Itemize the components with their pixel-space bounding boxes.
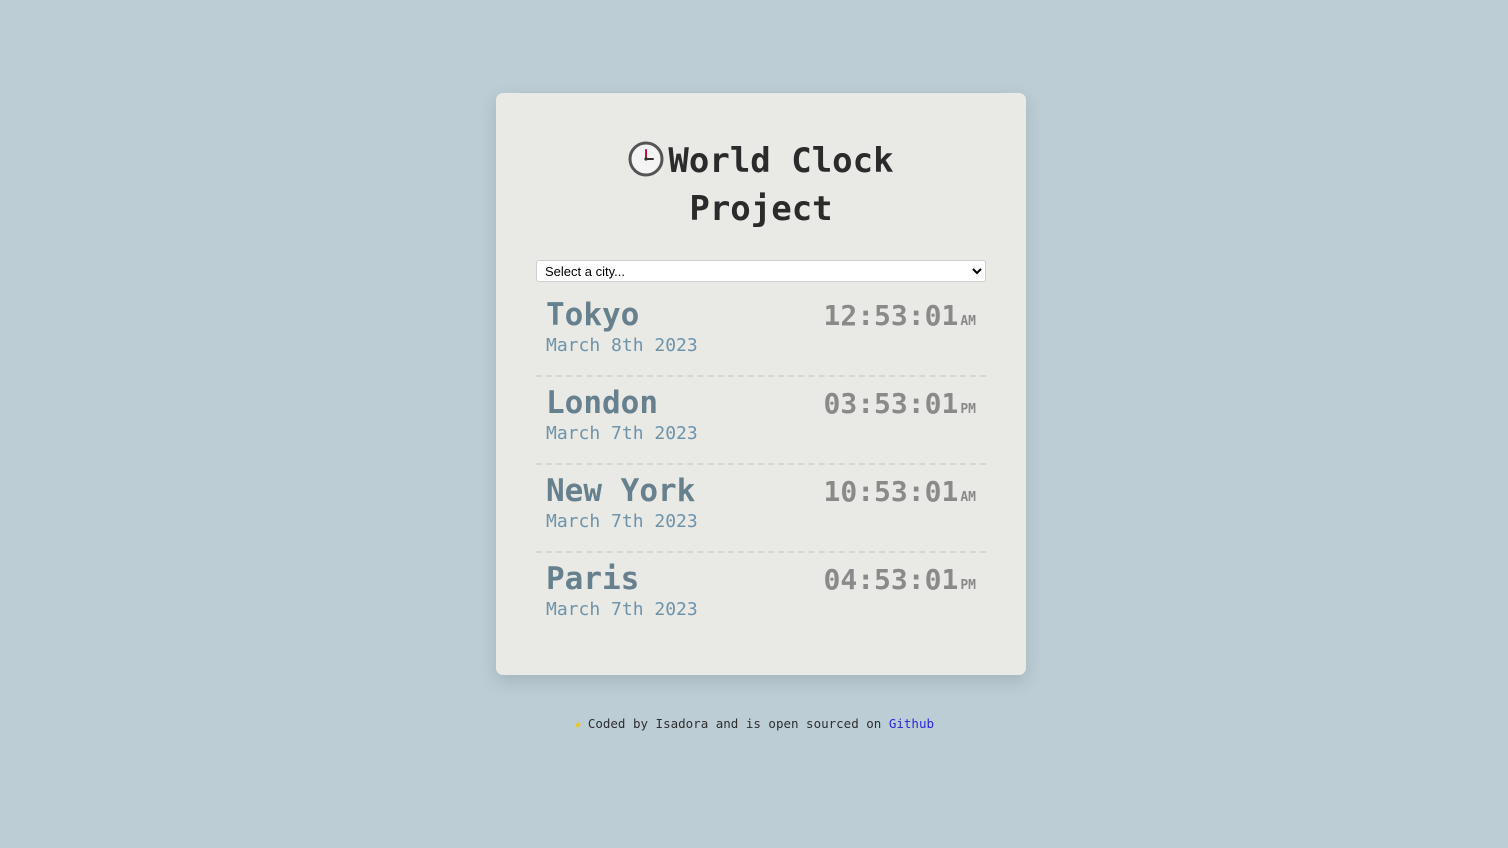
time-value: 03:53:01 (823, 387, 959, 420)
city-name: New York (546, 473, 696, 509)
city-time: 12:53:01 AM (823, 299, 976, 339)
title-text: World Clock Project (668, 141, 894, 229)
ampm-label: AM (960, 490, 976, 505)
title-wrapper: World Clock Project (611, 137, 911, 233)
city-time: 10:53:01 AM (823, 475, 976, 515)
ampm-label: PM (960, 402, 976, 417)
star-icon: ★ (573, 717, 582, 732)
city-time: 04:53:01 PM (823, 563, 976, 603)
city-row-london: London March 7th 2023 03:53:01 PM (536, 377, 986, 465)
clock-card: World Clock Project Select a city... Tok… (496, 93, 1026, 675)
page-title: World Clock Project (496, 137, 1026, 233)
time-value: 12:53:01 (823, 299, 959, 332)
footer: ★ Coded by Isadora and is open sourced on… (0, 715, 1508, 734)
clock-icon (628, 141, 664, 177)
ampm-label: PM (960, 578, 976, 593)
city-date: March 7th 2023 (546, 423, 698, 444)
city-row-new-york: New York March 7th 2023 10:53:01 AM (536, 465, 986, 553)
time-value: 10:53:01 (823, 475, 959, 508)
city-date: March 8th 2023 (546, 335, 698, 356)
github-link[interactable]: Github (889, 716, 934, 731)
city-select[interactable]: Select a city... (536, 260, 986, 282)
city-time: 03:53:01 PM (823, 387, 976, 427)
time-value: 04:53:01 (823, 563, 959, 596)
city-date: March 7th 2023 (546, 599, 698, 620)
city-list: Tokyo March 8th 2023 12:53:01 AM London M… (536, 289, 986, 641)
ampm-label: AM (960, 314, 976, 329)
footer-text: Coded by Isadora and is open sourced on (587, 716, 889, 731)
city-date: March 7th 2023 (546, 511, 698, 532)
city-row-tokyo: Tokyo March 8th 2023 12:53:01 AM (536, 289, 986, 377)
city-row-paris: Paris March 7th 2023 04:53:01 PM (536, 553, 986, 641)
city-name: Tokyo (546, 297, 640, 333)
city-name: Paris (546, 561, 640, 597)
city-name: London (546, 385, 658, 421)
